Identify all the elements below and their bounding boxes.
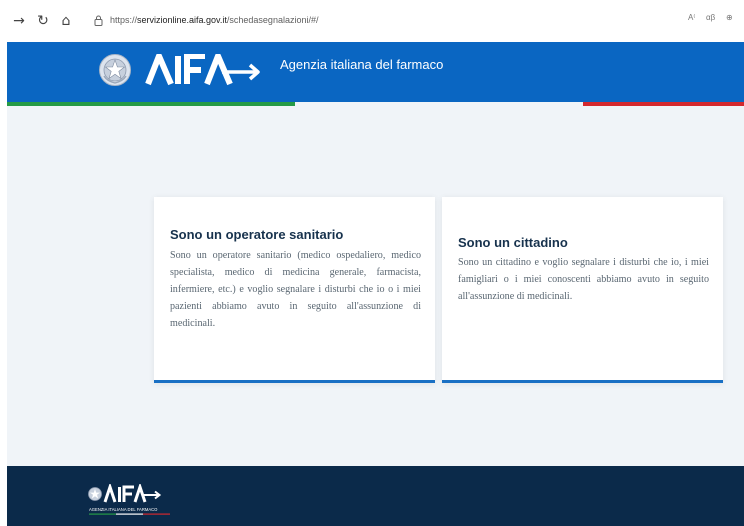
flag-strip — [7, 102, 744, 106]
lock-icon[interactable] — [94, 15, 103, 26]
card-text: Sono un operatore sanitario (medico ospe… — [170, 250, 421, 329]
immersive-reader-icon[interactable]: αβ — [706, 13, 715, 22]
site-header: Agenzia italiana del farmaco — [7, 42, 744, 102]
site-footer: AGENZIA ITALIANA DEL FARMACO — [7, 466, 744, 526]
card-title: Sono un operatore sanitario — [170, 227, 344, 242]
footer-logo-caption: AGENZIA ITALIANA DEL FARMACO — [89, 507, 158, 512]
address-bar[interactable]: https://servizionline.aifa.gov.it/scheda… — [88, 14, 678, 30]
republic-emblem-icon — [99, 54, 131, 86]
flag-red-segment — [583, 102, 744, 106]
footer-aifa-logo: AGENZIA ITALIANA DEL FARMACO — [88, 484, 170, 515]
card-text: Sono un cittadino e voglio segnalare i d… — [458, 257, 709, 302]
back-arrow-icon[interactable]: → — [10, 12, 28, 30]
card-operatore-sanitario[interactable]: Sono un operatore sanitario Sono un oper… — [154, 197, 435, 383]
reload-icon[interactable]: ↻ — [34, 12, 52, 30]
card-cittadino[interactable]: Sono un cittadino Sono un cittadino e vo… — [442, 197, 723, 383]
url-text[interactable]: https://servizionline.aifa.gov.it/scheda… — [110, 15, 318, 25]
home-icon[interactable]: ⌂ — [57, 12, 75, 30]
header-title: Agenzia italiana del farmaco — [280, 57, 444, 72]
flag-green-segment — [7, 102, 295, 106]
browser-toolbar: → ↻ ⌂ https://servizionline.aifa.gov.it/… — [0, 0, 744, 42]
card-title: Sono un cittadino — [458, 235, 568, 250]
aifa-logo — [145, 54, 260, 86]
page-content: Agenzia italiana del farmaco Sono un ope… — [7, 42, 744, 526]
read-aloud-icon[interactable]: A⁽ — [688, 13, 695, 22]
zoom-icon[interactable]: ⊕ — [726, 13, 733, 22]
